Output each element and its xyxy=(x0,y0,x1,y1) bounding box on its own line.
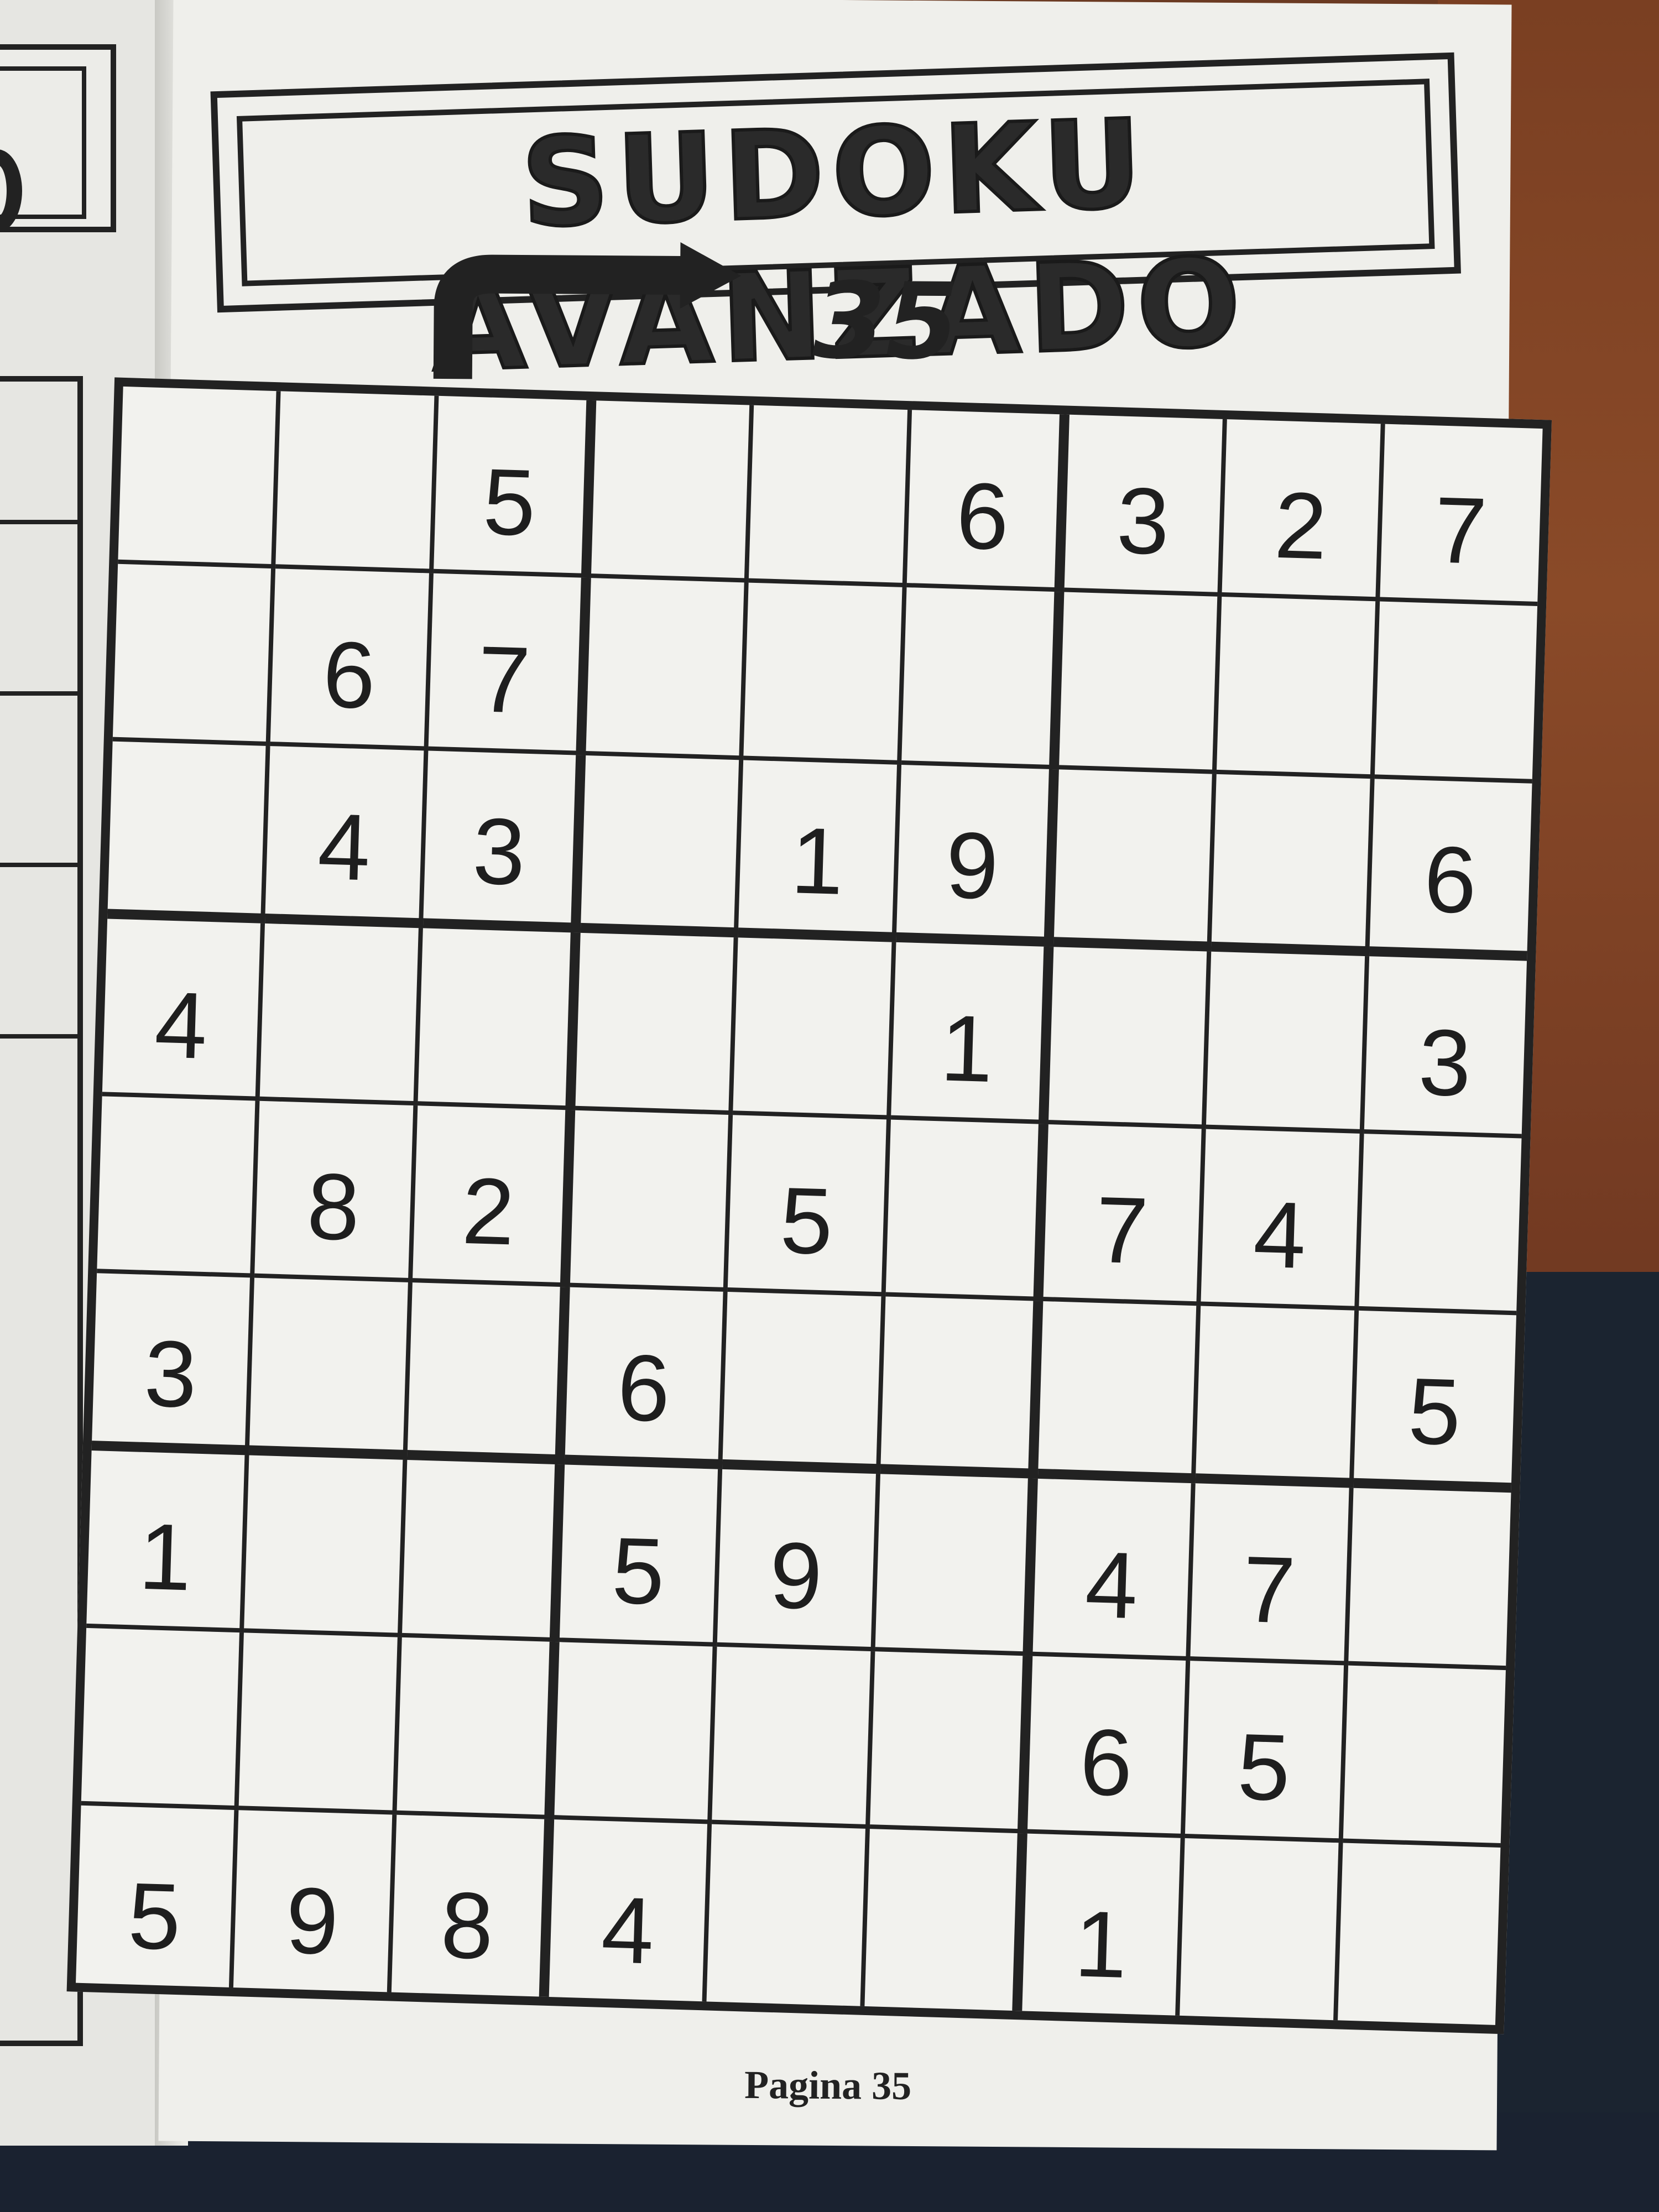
sudoku-cell: 5 xyxy=(1185,1661,1348,1843)
sudoku-cell xyxy=(880,1296,1044,1479)
sudoku-cell: 4 xyxy=(1032,1479,1196,1661)
sudoku-cell xyxy=(1048,946,1212,1129)
sudoku-cell: 7 xyxy=(1043,1124,1207,1306)
sudoku-cell xyxy=(722,1292,886,1474)
sudoku-cell xyxy=(706,1824,870,2006)
sudoku-cell: 6 xyxy=(906,410,1070,592)
sudoku-cell xyxy=(869,1651,1033,1834)
sudoku-cell xyxy=(249,1278,413,1460)
sudoku-cell xyxy=(407,1282,570,1465)
previous-grid-line xyxy=(0,520,77,524)
sudoku-cell xyxy=(97,1095,260,1279)
sudoku-cell xyxy=(275,391,439,573)
sudoku-cell: 8 xyxy=(391,1814,555,1997)
sudoku-cell xyxy=(118,386,281,569)
sudoku-cell: 9 xyxy=(717,1469,880,1652)
sudoku-cell xyxy=(112,564,276,746)
sudoku-cell xyxy=(418,928,581,1110)
sudoku-cell: 5 xyxy=(1353,1311,1516,1493)
sudoku-cell xyxy=(712,1646,875,1829)
sudoku-cell xyxy=(1343,1665,1506,1848)
sudoku-cell: 1 xyxy=(86,1451,249,1633)
sudoku-cell xyxy=(580,755,744,937)
sudoku-cell xyxy=(864,1829,1027,2011)
sudoku-cell: 9 xyxy=(233,1810,397,1992)
sudoku-cell: 3 xyxy=(1064,414,1228,597)
sudoku-cell: 5 xyxy=(559,1464,723,1647)
sudoku-cell: 5 xyxy=(727,1114,891,1297)
sudoku-cell xyxy=(586,578,749,760)
sudoku-cell: 1 xyxy=(890,942,1054,1124)
sudoku-cell: 5 xyxy=(76,1805,239,1988)
sudoku-cell: 2 xyxy=(1222,419,1385,602)
puzzle-number: 35 xyxy=(812,259,959,383)
sudoku-cell xyxy=(570,1110,733,1292)
sudoku-cell: 7 xyxy=(428,573,591,755)
sudoku-cell xyxy=(396,1637,560,1820)
book-page: SUDOKU AVANZADO 35 563276743196413825743… xyxy=(66,0,1552,2151)
previous-grid-line xyxy=(0,1034,77,1039)
sudoku-cell xyxy=(1180,1838,1343,2021)
sudoku-cell: 8 xyxy=(254,1100,418,1283)
sudoku-cell xyxy=(1053,769,1217,952)
sudoku-cell: 7 xyxy=(1190,1483,1354,1666)
sudoku-cell xyxy=(1358,1133,1522,1316)
sudoku-cell: 3 xyxy=(1364,956,1527,1139)
sudoku-cell xyxy=(244,1455,408,1638)
sudoku-cell xyxy=(81,1628,244,1811)
sudoku-cell xyxy=(1037,1301,1201,1484)
sudoku-cell: 6 xyxy=(565,1287,728,1470)
sudoku-cell xyxy=(901,587,1065,770)
previous-grid-line xyxy=(0,863,77,867)
sudoku-cell xyxy=(1217,596,1380,779)
curved-arrow-icon xyxy=(433,242,742,379)
sudoku-cell: 9 xyxy=(896,764,1059,947)
sudoku-cell: 5 xyxy=(433,395,597,578)
sudoku-cell xyxy=(885,1119,1048,1302)
sudoku-cell xyxy=(1211,774,1375,956)
sudoku-cell xyxy=(1338,1843,1501,2025)
previous-title-box xyxy=(0,44,116,232)
sudoku-cell xyxy=(749,405,912,587)
sudoku-grid: 56327674319641382574365159476559841 xyxy=(66,377,1552,2034)
sudoku-cell xyxy=(575,932,738,1115)
sudoku-cell: 6 xyxy=(1369,779,1532,961)
sudoku-cell xyxy=(743,582,907,765)
sudoku-board: 56327674319641382574365159476559841 xyxy=(55,363,1552,2047)
sudoku-cell xyxy=(238,1632,402,1815)
sudoku-cell: 6 xyxy=(1027,1656,1191,1839)
sudoku-cell xyxy=(733,937,896,1120)
sudoku-cell xyxy=(1196,1306,1359,1489)
sudoku-cell xyxy=(554,1642,717,1824)
sudoku-cell: 4 xyxy=(102,919,265,1101)
sudoku-cell: 2 xyxy=(412,1105,576,1288)
sudoku-cell: 4 xyxy=(1201,1129,1364,1311)
sudoku-cell xyxy=(591,400,754,583)
sudoku-cell: 4 xyxy=(549,1819,712,2002)
sudoku-cell: 3 xyxy=(422,750,586,933)
sudoku-cell: 7 xyxy=(1379,424,1543,606)
page-footer: Pagina 35 xyxy=(744,2062,912,2109)
sudoku-cell xyxy=(107,741,270,924)
sudoku-cell xyxy=(1374,601,1538,784)
sudoku-cell xyxy=(1058,592,1222,774)
sudoku-cell xyxy=(1348,1488,1511,1671)
sudoku-cell: 1 xyxy=(1022,1833,1186,2016)
sudoku-cell: 6 xyxy=(270,568,434,751)
sudoku-cell xyxy=(259,923,423,1105)
previous-grid-line xyxy=(0,691,77,696)
sudoku-cell: 4 xyxy=(265,745,429,928)
sudoku-cell xyxy=(1206,951,1369,1134)
sudoku-cell xyxy=(401,1460,565,1642)
sudoku-cell: 3 xyxy=(91,1273,255,1455)
sudoku-cell xyxy=(875,1474,1038,1656)
sudoku-cell: 1 xyxy=(738,760,901,942)
